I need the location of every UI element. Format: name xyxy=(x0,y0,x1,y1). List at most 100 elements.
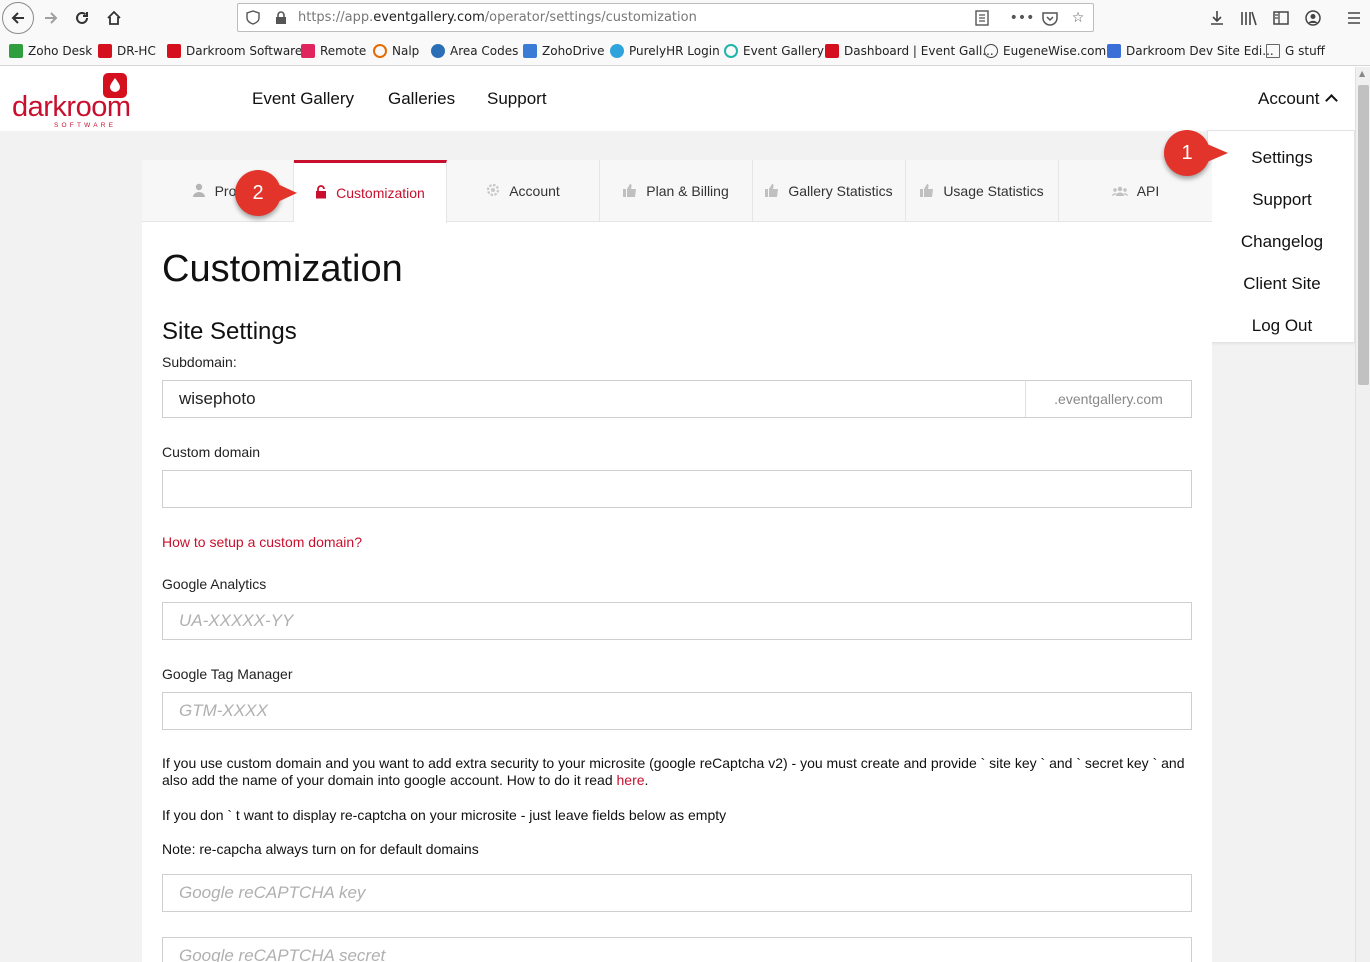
recaptcha-key-input[interactable] xyxy=(162,874,1192,912)
globe-icon xyxy=(984,44,998,58)
google-tag-manager-input[interactable] xyxy=(162,692,1192,730)
home-button[interactable] xyxy=(100,4,128,32)
chevron-up-icon xyxy=(1325,94,1339,107)
subdomain-suffix: .eventgallery.com xyxy=(1025,381,1191,417)
callout-arrow-2 xyxy=(271,181,297,205)
forward-button[interactable] xyxy=(37,4,65,32)
bookmark-dashboard-event-gallery[interactable]: Dashboard | Event Gall... xyxy=(825,43,994,59)
site-header: darkroom SOFTWARE Event Gallery Gallerie… xyxy=(0,67,1355,131)
pocket-icon[interactable] xyxy=(1040,8,1060,28)
bookmark-favicon-icon xyxy=(431,44,445,58)
bookmark-favicon-icon xyxy=(98,44,112,58)
bookmark-favicon-icon xyxy=(9,44,23,58)
recaptcha-info-text: If you use custom domain and you want to… xyxy=(162,755,1185,788)
bookmark-darkroom-software[interactable]: Darkroom Software xyxy=(167,43,302,59)
bookmark-eugenewise[interactable]: EugeneWise.com xyxy=(984,43,1106,59)
star-icon[interactable]: ☆ xyxy=(1068,8,1088,28)
lock-icon[interactable] xyxy=(274,11,288,25)
nav-support[interactable]: Support xyxy=(487,89,547,109)
tab-customization[interactable]: Customization xyxy=(294,160,447,223)
bookmark-g-stuff[interactable]: G stuff xyxy=(1266,43,1325,59)
google-analytics-label: Google Analytics xyxy=(162,576,267,592)
more-actions-icon[interactable]: ••• xyxy=(1010,8,1035,28)
download-icon[interactable] xyxy=(1205,6,1229,30)
bookmark-favicon-icon xyxy=(610,44,624,58)
tab-plan-billing[interactable]: Plan & Billing xyxy=(600,160,753,222)
tab-gallery-statistics[interactable]: Gallery Statistics xyxy=(753,160,906,222)
reader-view-icon[interactable] xyxy=(972,8,992,28)
bookmark-favicon-icon xyxy=(825,44,839,58)
recaptcha-note-text: Note: re-capcha always turn on for defau… xyxy=(162,841,479,857)
gear-icon xyxy=(486,183,500,200)
bookmark-favicon-icon xyxy=(724,44,738,58)
callout-arrow-1 xyxy=(1200,141,1228,165)
bookmark-favicon-icon xyxy=(523,44,537,58)
menu-item-log-out[interactable]: Log Out xyxy=(1208,316,1355,336)
recaptcha-skip-text: If you don ` t want to display re-captch… xyxy=(162,807,727,823)
tab-usage-statistics[interactable]: Usage Statistics xyxy=(906,160,1059,222)
reload-icon xyxy=(76,11,88,24)
folder-icon xyxy=(1266,44,1280,58)
settings-tabs: Profi Customization Account Plan & Billi… xyxy=(142,160,1212,223)
bookmark-zoho-desk[interactable]: Zoho Desk xyxy=(9,43,92,59)
nav-galleries[interactable]: Galleries xyxy=(388,89,455,109)
page-title: Customization xyxy=(162,248,403,290)
bookmark-favicon-icon xyxy=(167,44,181,58)
settings-card: Profi Customization Account Plan & Billi… xyxy=(142,160,1212,962)
recaptcha-secret-input[interactable] xyxy=(162,937,1192,962)
bookmark-darkroom-dev-site[interactable]: Darkroom Dev Site Edi... xyxy=(1107,43,1274,59)
logo-subtext: SOFTWARE xyxy=(54,122,117,129)
thumbs-up-icon xyxy=(920,183,934,200)
users-icon xyxy=(1111,183,1128,199)
page-content: darkroom SOFTWARE Event Gallery Gallerie… xyxy=(0,67,1355,962)
logo-text: darkroom xyxy=(12,91,131,123)
profile-icon[interactable] xyxy=(1301,6,1325,30)
nav-event-gallery[interactable]: Event Gallery xyxy=(252,89,354,109)
subdomain-label: Subdomain: xyxy=(162,354,237,370)
bookmarks-toolbar: Zoho Desk DR-HC Darkroom Software Remote… xyxy=(0,36,1370,66)
url-text[interactable]: https://app.eventgallery.com/operator/se… xyxy=(298,10,697,25)
bookmark-area-codes[interactable]: Area Codes xyxy=(431,43,518,59)
recaptcha-help-link[interactable]: here xyxy=(617,772,645,788)
thumbs-up-icon xyxy=(765,183,779,200)
menu-item-support[interactable]: Support xyxy=(1208,190,1355,210)
menu-item-settings[interactable]: Settings xyxy=(1208,148,1355,168)
section-title: Site Settings xyxy=(162,318,297,345)
bookmark-nalp[interactable]: Nalp xyxy=(373,43,419,59)
bookmark-remote[interactable]: Remote xyxy=(301,43,366,59)
bookmark-dr-hc[interactable]: DR-HC xyxy=(98,43,156,59)
bookmark-purelyhr-login[interactable]: PurelyHR Login xyxy=(610,43,720,59)
google-analytics-input[interactable] xyxy=(162,602,1192,640)
account-menu-toggle[interactable]: Account xyxy=(1258,89,1339,109)
arrow-right-icon xyxy=(45,12,58,24)
custom-domain-input[interactable] xyxy=(162,470,1192,508)
menu-item-client-site[interactable]: Client Site xyxy=(1208,274,1355,294)
scrollbar-thumb[interactable] xyxy=(1358,85,1369,385)
bookmark-event-gallery[interactable]: Event Gallery xyxy=(724,43,824,59)
tab-account[interactable]: Account xyxy=(447,160,600,222)
google-tag-manager-label: Google Tag Manager xyxy=(162,666,293,682)
darkroom-logo[interactable]: darkroom SOFTWARE xyxy=(12,73,132,129)
sidebar-icon[interactable] xyxy=(1269,6,1293,30)
hamburger-menu-icon[interactable] xyxy=(1342,6,1366,30)
thumbs-up-icon xyxy=(623,183,637,200)
bookmark-favicon-icon xyxy=(1107,44,1121,58)
scroll-up-icon[interactable]: ▲ xyxy=(1359,69,1365,78)
home-icon xyxy=(107,10,121,25)
bookmark-favicon-icon xyxy=(301,44,315,58)
reload-button[interactable] xyxy=(68,4,96,32)
back-button[interactable] xyxy=(2,2,34,34)
address-bar[interactable]: https://app.eventgallery.com/operator/se… xyxy=(237,3,1094,32)
custom-domain-label: Custom domain xyxy=(162,444,261,460)
browser-toolbar: https://app.eventgallery.com/operator/se… xyxy=(0,0,1370,36)
arrow-left-icon xyxy=(11,12,24,24)
page-scrollbar[interactable]: ▲ xyxy=(1355,67,1370,962)
custom-domain-help-link[interactable]: How to setup a custom domain? xyxy=(162,534,362,550)
menu-item-changelog[interactable]: Changelog xyxy=(1208,232,1355,252)
library-icon[interactable] xyxy=(1237,6,1261,30)
account-label: Account xyxy=(1258,89,1320,108)
lock-open-icon xyxy=(315,184,327,202)
shield-icon[interactable] xyxy=(246,10,260,25)
bookmark-zohodrive[interactable]: ZohoDrive xyxy=(523,43,605,59)
bookmark-favicon-icon xyxy=(373,44,387,58)
